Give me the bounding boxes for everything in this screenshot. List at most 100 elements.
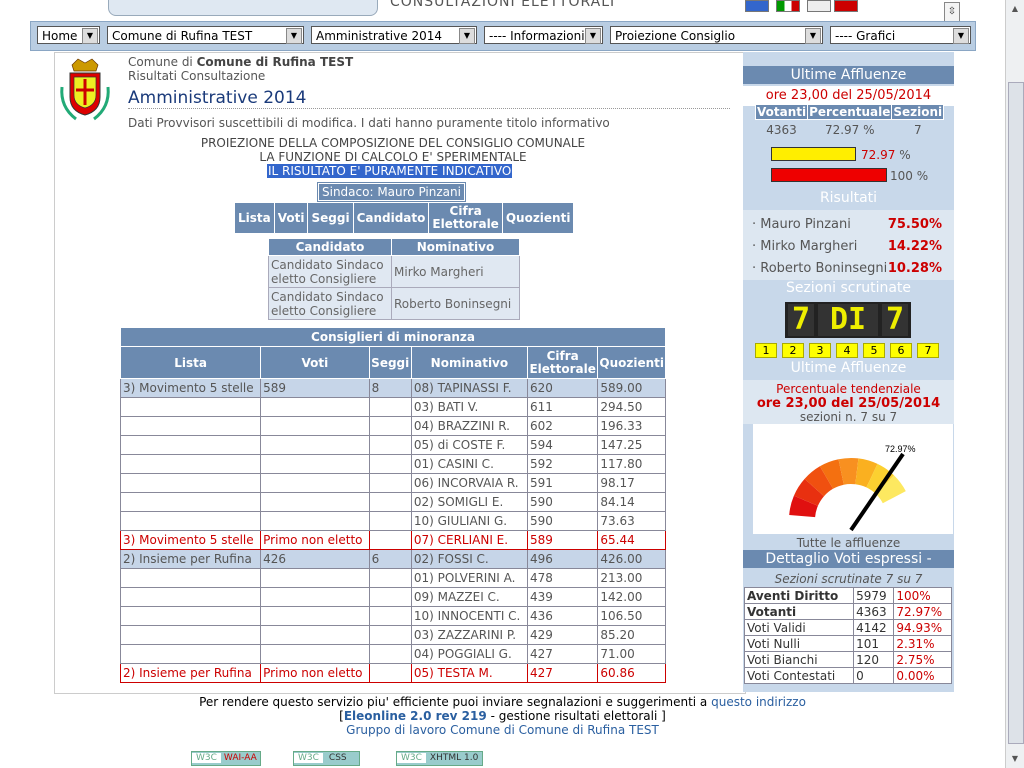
sort-voti-button[interactable]: Voti [273, 202, 309, 234]
cell-lista [119, 416, 262, 436]
dett-label: Aventi Diritto [743, 587, 855, 604]
scroll-thumb[interactable] [1008, 82, 1024, 744]
select-grafici[interactable]: ---- Grafici ▼ [830, 26, 971, 44]
w3c-css-badge[interactable]: W3C CSS [293, 751, 360, 766]
sort-lista-button[interactable]: Lista [234, 202, 275, 234]
cell-voti [260, 606, 370, 626]
cell-cifra: 427 [526, 663, 599, 683]
cell-voti: 589 [260, 378, 370, 398]
affluenze-title-2: Ultime Affluenze [790, 360, 907, 376]
dett-pct: 72.97% [893, 603, 952, 620]
select-consultazione[interactable]: Amministrative 2014 ▼ [311, 26, 477, 44]
scrutinate-label: Sezioni scrutinate 7 su 7 [774, 572, 923, 586]
cell-quoz: 117.80 [597, 454, 666, 474]
cell-cifra: 611 [526, 397, 599, 417]
affluenze-stats: Votanti Percentuale Sezioni 4363 72.97 %… [754, 104, 945, 140]
sezione-button[interactable]: 1 [755, 343, 777, 358]
nav-bar: Home ▼ Comune di Rufina TEST ▼ Amministrat… [30, 21, 976, 51]
eleonline-link[interactable]: Eleonline 2.0 rev 219 [344, 709, 487, 723]
cell-quoz: 147.25 [597, 435, 666, 455]
w3c-xhtml-badge[interactable]: W3C XHTML 1.0 [396, 751, 484, 766]
column-header: Nominativo [410, 346, 528, 379]
sezione-button[interactable]: 2 [782, 343, 804, 358]
flag-uk-icon[interactable] [745, 0, 769, 12]
table-row: 01) CASINI C. 592 117.80 [119, 454, 666, 474]
column-header: Quozienti [597, 346, 666, 379]
print-icon[interactable] [807, 0, 831, 12]
table-row: 03) BATI V. 611 294.50 [119, 397, 666, 417]
column-header: Lista [119, 346, 262, 379]
tendenziale-label: Percentuale tendenziale [776, 382, 921, 396]
cell-cifra: 429 [526, 625, 599, 645]
cell-nome: 05) TESTA M. [410, 663, 528, 683]
table-row: Voti Bianchi 120 2.75% [743, 651, 952, 668]
cell-seggi [368, 397, 412, 417]
cell-quoz: 98.17 [597, 473, 666, 493]
sort-candidato-button[interactable]: Candidato [352, 202, 430, 234]
sort-seggi-button[interactable]: Seggi [307, 202, 354, 234]
mini-scroll-control[interactable]: ⇳ [944, 2, 960, 22]
sezioni-title: Sezioni scrutinate [785, 280, 912, 296]
cell-cifra: 592 [526, 454, 599, 474]
cell-cifra: 602 [526, 416, 599, 436]
table-row: 2) Insieme per Rufina 426 6 02) FOSSI C. 496… [119, 549, 666, 569]
w3c-waiaa-badge[interactable]: W3C WAI-AA [191, 751, 261, 766]
select-home[interactable]: Home ▼ [37, 26, 100, 44]
close-icon[interactable] [834, 0, 858, 12]
cell-cifra: 620 [526, 378, 599, 398]
dett-value: 0 [853, 667, 895, 684]
dett-pct: 94.93% [893, 619, 952, 636]
sezione-button[interactable]: 6 [890, 343, 912, 358]
divider [128, 108, 730, 109]
led-digit: 7 [882, 304, 908, 336]
tutte-affluenze-link[interactable]: Tutte le affluenze [743, 536, 954, 550]
cell-voti [260, 568, 370, 588]
cell-lista [119, 568, 262, 588]
table-row: Votanti 4363 72.97% [743, 603, 952, 620]
cell-seggi [368, 473, 412, 493]
cell-nome: 06) INCORVAIA R. [410, 473, 528, 493]
dett-value: 120 [853, 651, 895, 668]
select-proiezione[interactable]: Proiezione Consiglio ▼ [610, 26, 823, 44]
cell-voti [260, 397, 370, 417]
cell-seggi [368, 625, 412, 645]
sort-buttons: Lista Voti Seggi Candidato Cifra Elettor… [234, 202, 575, 234]
select-informazioni[interactable]: ---- Informazioni ▼ [484, 26, 603, 44]
flag-it-icon[interactable] [776, 0, 800, 12]
result-row: · Mirko Margheri 14.22% [752, 239, 942, 254]
scroll-up-icon[interactable]: ▲ [1008, 2, 1022, 16]
chevron-down-icon: ▼ [953, 28, 969, 44]
sort-cifra-button[interactable]: Cifra Elettorale [428, 202, 503, 234]
footer-group-link[interactable]: Gruppo di lavoro Comune di Comune di Ruf… [0, 723, 1005, 737]
cell-voti: 426 [260, 549, 370, 569]
dett-pct: 0.00% [893, 667, 952, 684]
contact-link[interactable]: questo indirizzo [711, 695, 806, 709]
sezione-button[interactable]: 5 [863, 343, 885, 358]
page-scrollbar[interactable]: ▲ ▼ [1005, 0, 1024, 768]
cell-voti: Primo non eletto [260, 530, 370, 550]
footer-line-2: [Eleonline 2.0 rev 219 - gestione risult… [339, 709, 666, 723]
cell-quoz: 196.33 [597, 416, 666, 436]
projection-line-1: PROIEZIONE DELLA COMPOSIZIONE DEL CONSIG… [200, 136, 586, 150]
sezione-button[interactable]: 4 [836, 343, 858, 358]
cell-quoz: 73.63 [597, 511, 666, 531]
cell-nome: 10) GIULIANI G. [410, 511, 528, 531]
cell-nome: 05) di COSTE F. [410, 435, 528, 455]
sezioni-value: 7 [913, 122, 922, 137]
dett-label: Voti Nulli [743, 635, 855, 652]
gauge-label: 72.97% [885, 444, 916, 454]
cell-seggi [368, 435, 412, 455]
sezione-button[interactable]: 3 [809, 343, 831, 358]
total-bar [771, 168, 887, 182]
dett-label: Voti Contestati [743, 667, 855, 684]
cell-seggi: 6 [368, 549, 412, 569]
sort-quozienti-button[interactable]: Quozienti [501, 202, 575, 234]
table-row: 3) Movimento 5 stelle 589 8 08) TAPINASSI F… [119, 378, 666, 398]
votanti-value: 4363 [766, 122, 797, 137]
led-digit: DI [818, 304, 878, 336]
select-comune[interactable]: Comune di Rufina TEST ▼ [107, 26, 304, 44]
scroll-down-icon[interactable]: ▼ [1008, 752, 1022, 766]
cell-voti [260, 435, 370, 455]
sezione-button[interactable]: 7 [917, 343, 939, 358]
cell-lista [119, 587, 262, 607]
